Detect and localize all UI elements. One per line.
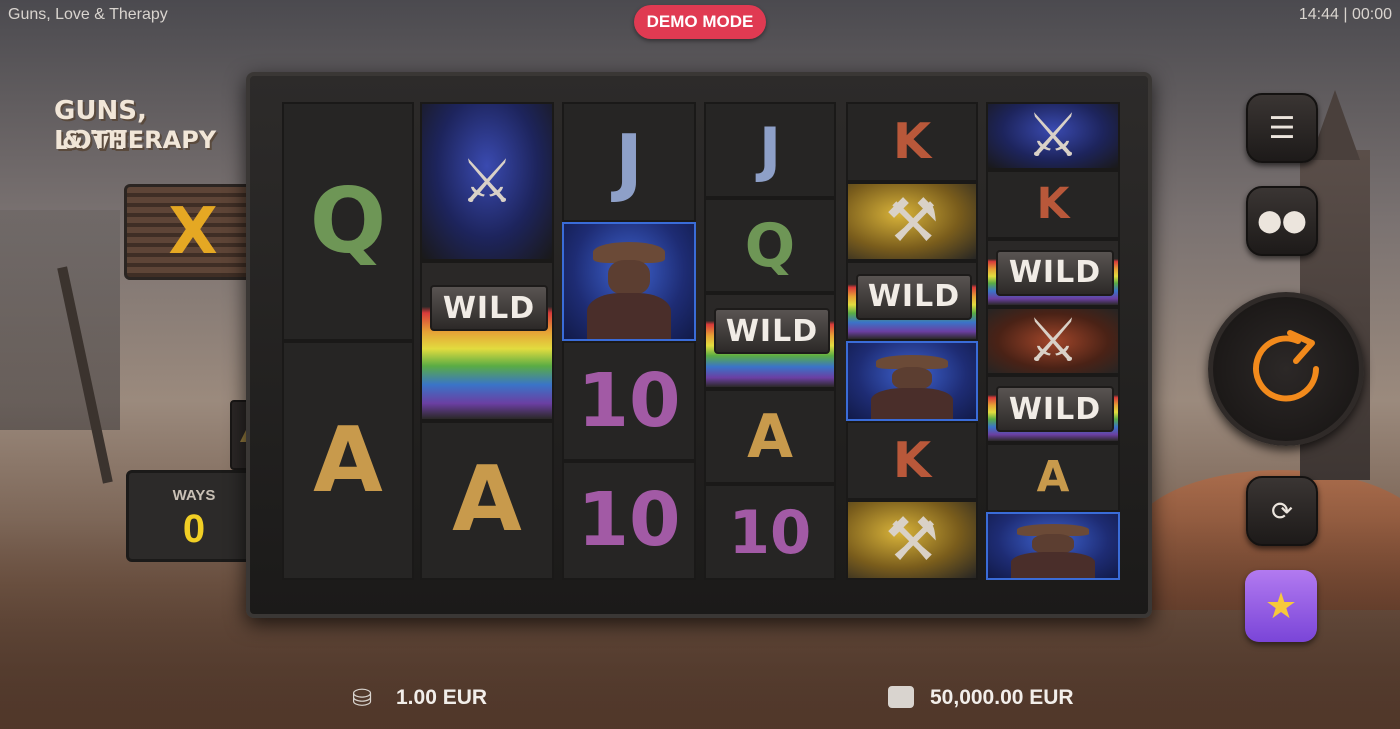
symbol-a: A bbox=[1036, 452, 1070, 502]
wallet-icon bbox=[888, 686, 914, 708]
symbol-cell: Q bbox=[704, 197, 836, 294]
symbol-a: A bbox=[452, 447, 522, 553]
cowboy-face bbox=[1032, 534, 1074, 554]
symbol-cell: A bbox=[704, 388, 836, 485]
symbol-10: 10 bbox=[577, 357, 681, 444]
symbol-cell: 10 bbox=[562, 460, 696, 580]
symbol-cell: K bbox=[986, 170, 1120, 239]
symbol-cell: WILD bbox=[420, 261, 554, 421]
symbol-cell: ⚒ bbox=[846, 181, 978, 262]
wild-symbol: WILD bbox=[995, 249, 1115, 296]
symbol-cell: A bbox=[420, 420, 554, 580]
symbol-cell: J bbox=[562, 102, 696, 222]
clock: 14:44 | 00:00 bbox=[1298, 6, 1392, 23]
autoplay-icon: ⟳ bbox=[1271, 495, 1293, 526]
coins-icon: ⬤⬤ bbox=[1257, 208, 1307, 233]
spin-button[interactable] bbox=[1208, 292, 1364, 446]
game-title: Guns, Love & Therapy bbox=[8, 6, 168, 23]
symbol-cell: A bbox=[282, 341, 414, 580]
symbol-a: A bbox=[313, 407, 383, 513]
symbol-k: K bbox=[892, 430, 932, 489]
uzi-icon: ⚒ bbox=[885, 506, 939, 574]
symbol-cell: 10 bbox=[562, 341, 696, 461]
menu-icon: ☰ bbox=[1268, 111, 1296, 145]
cowboy-body bbox=[587, 292, 671, 339]
symbol-cell: J bbox=[704, 102, 836, 198]
cowboy-body bbox=[871, 388, 953, 419]
ways-label: WAYS bbox=[172, 487, 216, 504]
symbol-cell: ⚔ bbox=[986, 102, 1120, 171]
ways-value: 0 bbox=[182, 507, 206, 551]
demo-mode-badge: DEMO MODE bbox=[634, 5, 766, 39]
shotgun-icon: ⚔ bbox=[1026, 306, 1080, 374]
symbol-q: Q bbox=[309, 168, 387, 274]
coins-stack-icon: ⛁ bbox=[352, 685, 373, 712]
ways-panel: WAYS 0 bbox=[126, 470, 262, 562]
symbol-cell: ⚔ bbox=[420, 102, 554, 262]
revolver-icon: ⚔ bbox=[1026, 102, 1080, 170]
symbol-j: J bbox=[758, 115, 782, 185]
symbol-10: 10 bbox=[577, 477, 681, 564]
bet-settings-button[interactable]: ⬤⬤ bbox=[1246, 186, 1318, 256]
symbol-cell: K bbox=[846, 420, 978, 501]
game-logo: GUNS, LOVE & THERAPY bbox=[28, 92, 218, 162]
symbol-cell: WILD bbox=[704, 293, 836, 389]
balance-amount: 50,000.00 EUR bbox=[930, 686, 1074, 709]
symbol-q: Q bbox=[744, 210, 796, 280]
symbol-cell: WILD bbox=[986, 375, 1120, 444]
symbol-cell: WILD bbox=[986, 238, 1120, 307]
cowboy-icon bbox=[562, 221, 696, 341]
cowboy-body bbox=[1011, 552, 1095, 578]
autoplay-button[interactable]: ⟳ bbox=[1246, 476, 1318, 546]
symbol-10: 10 bbox=[728, 497, 812, 567]
cowboy-icon bbox=[986, 511, 1120, 580]
cowboy-face bbox=[891, 367, 933, 390]
symbol-cell: WILD bbox=[846, 261, 978, 341]
multiplier-panel: X bbox=[124, 184, 262, 280]
cowboy-icon bbox=[846, 341, 978, 421]
wild-symbol: WILD bbox=[995, 386, 1115, 433]
symbol-cell: A bbox=[986, 443, 1120, 512]
symbol-cell: Q bbox=[282, 102, 414, 341]
star-icon: ★ bbox=[1264, 585, 1298, 626]
bet-amount[interactable]: 1.00 EUR bbox=[396, 686, 487, 710]
symbol-cell: ⚒ bbox=[846, 500, 978, 580]
logo-line2: & THERAPY bbox=[62, 126, 217, 154]
symbol-k: K bbox=[892, 112, 932, 171]
symbol-k: K bbox=[1036, 179, 1070, 229]
symbol-a: A bbox=[747, 401, 793, 471]
multiplier-symbol: X bbox=[168, 195, 218, 269]
uzi-icon: ⚒ bbox=[885, 187, 939, 255]
cowboy-face bbox=[608, 260, 650, 296]
wild-symbol: WILD bbox=[429, 285, 549, 332]
symbol-cell: 10 bbox=[704, 484, 836, 580]
wild-symbol: WILD bbox=[855, 273, 973, 320]
revolver-icon: ⚔ bbox=[460, 147, 514, 215]
symbol-cell: ⚔ bbox=[986, 306, 1120, 376]
symbol-j: J bbox=[615, 118, 643, 205]
menu-button[interactable]: ☰ bbox=[1246, 93, 1318, 163]
bonus-buy-button[interactable]: ★ bbox=[1245, 570, 1317, 642]
background-city bbox=[0, 210, 120, 430]
symbol-cell: K bbox=[846, 102, 978, 182]
wild-symbol: WILD bbox=[713, 308, 831, 354]
spin-icon bbox=[1253, 330, 1319, 402]
